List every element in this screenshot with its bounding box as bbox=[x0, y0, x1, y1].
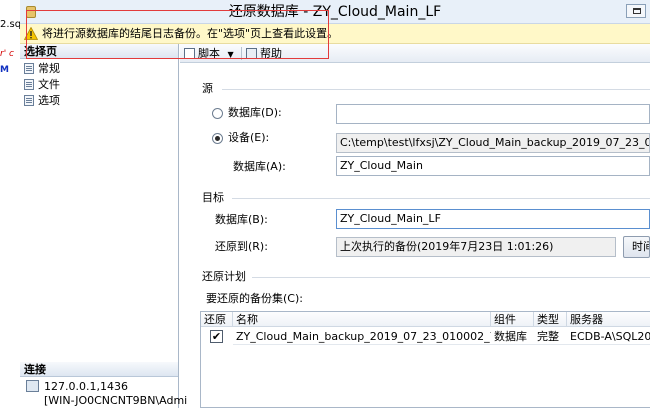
background-editor-strip bbox=[0, 0, 20, 408]
column-header-restore[interactable]: 还原 bbox=[201, 312, 233, 327]
nav-item-label: 选项 bbox=[38, 94, 60, 107]
target-section-label: 目标 bbox=[202, 191, 224, 204]
left-pane: 选择页 常规 文件 选项 连接 127.0.0.1,1436 [WIN-JO0C… bbox=[20, 44, 187, 408]
device-radio-label: 设备(E): bbox=[228, 131, 270, 144]
row-component: 数据库 bbox=[491, 328, 534, 345]
plan-divider bbox=[252, 277, 650, 278]
device-database-select[interactable]: ZY_Cloud_Main bbox=[336, 156, 650, 176]
column-header-component[interactable]: 组件 bbox=[491, 312, 534, 327]
page-icon bbox=[24, 79, 34, 90]
server-connection-icon bbox=[26, 380, 39, 392]
column-header-name[interactable]: 名称 bbox=[233, 312, 491, 327]
restore-checkbox[interactable]: ✔ bbox=[210, 330, 223, 343]
connection-server: 127.0.0.1,1436 bbox=[44, 380, 128, 393]
maximize-button[interactable] bbox=[626, 4, 646, 18]
column-header-type[interactable]: 类型 bbox=[534, 312, 567, 327]
restore-to-label: 还原到(R): bbox=[215, 240, 268, 253]
page-icon bbox=[24, 95, 34, 106]
database-radio[interactable] bbox=[212, 108, 223, 119]
restore-plan-section-label: 还原计划 bbox=[202, 270, 246, 283]
background-tab-fragment: 2.sq bbox=[0, 19, 20, 30]
nav-item-options[interactable]: 选项 bbox=[24, 93, 60, 109]
device-database-label: 数据库(A): bbox=[233, 160, 286, 173]
connection-header: 连接 bbox=[20, 362, 178, 377]
row-type: 完整 bbox=[534, 328, 567, 345]
backup-sets-label: 要还原的备份集(C): bbox=[206, 292, 303, 305]
column-header-server[interactable]: 服务器 bbox=[567, 312, 650, 327]
annotation-highlight-box bbox=[26, 10, 329, 59]
nav-item-label: 常规 bbox=[38, 62, 60, 75]
restore-to-field[interactable]: 上次执行的备份(2019年7月23日 1:01:26) bbox=[336, 237, 616, 257]
connection-user: [WIN-JO0CNCNT9BN\Admi bbox=[44, 394, 188, 407]
nav-item-files[interactable]: 文件 bbox=[24, 77, 60, 93]
backup-sets-grid: 还原 名称 组件 类型 服务器 ✔ ZY_Cloud_Main_backup_2… bbox=[200, 311, 650, 408]
source-database-select[interactable] bbox=[336, 104, 650, 124]
page-icon bbox=[24, 63, 34, 74]
table-row[interactable]: ✔ ZY_Cloud_Main_backup_2019_07_23_010002… bbox=[201, 328, 650, 346]
timeline-button[interactable]: 时间 bbox=[623, 236, 650, 258]
target-database-label: 数据库(B): bbox=[215, 213, 268, 226]
device-radio[interactable] bbox=[212, 133, 223, 144]
checkmark-icon: ✔ bbox=[211, 330, 222, 343]
background-code-fragment: r' c bbox=[0, 49, 14, 59]
source-divider bbox=[222, 89, 650, 90]
target-database-field[interactable]: ZY_Cloud_Main_LF bbox=[336, 209, 650, 229]
device-path-field[interactable]: C:\temp\test\lfxsj\ZY_Cloud_Main_backup_… bbox=[336, 133, 650, 153]
row-name: ZY_Cloud_Main_backup_2019_07_23_010002_7… bbox=[233, 328, 491, 345]
background-code-fragment-2: M bbox=[0, 65, 9, 75]
source-section-label: 源 bbox=[202, 82, 213, 95]
maximize-icon bbox=[633, 8, 641, 14]
nav-item-general[interactable]: 常规 bbox=[24, 61, 60, 77]
database-radio-label: 数据库(D): bbox=[228, 106, 282, 119]
row-server: ECDB-A\SQL2016 bbox=[567, 328, 650, 345]
target-divider bbox=[232, 198, 650, 199]
nav-item-label: 文件 bbox=[38, 78, 60, 91]
